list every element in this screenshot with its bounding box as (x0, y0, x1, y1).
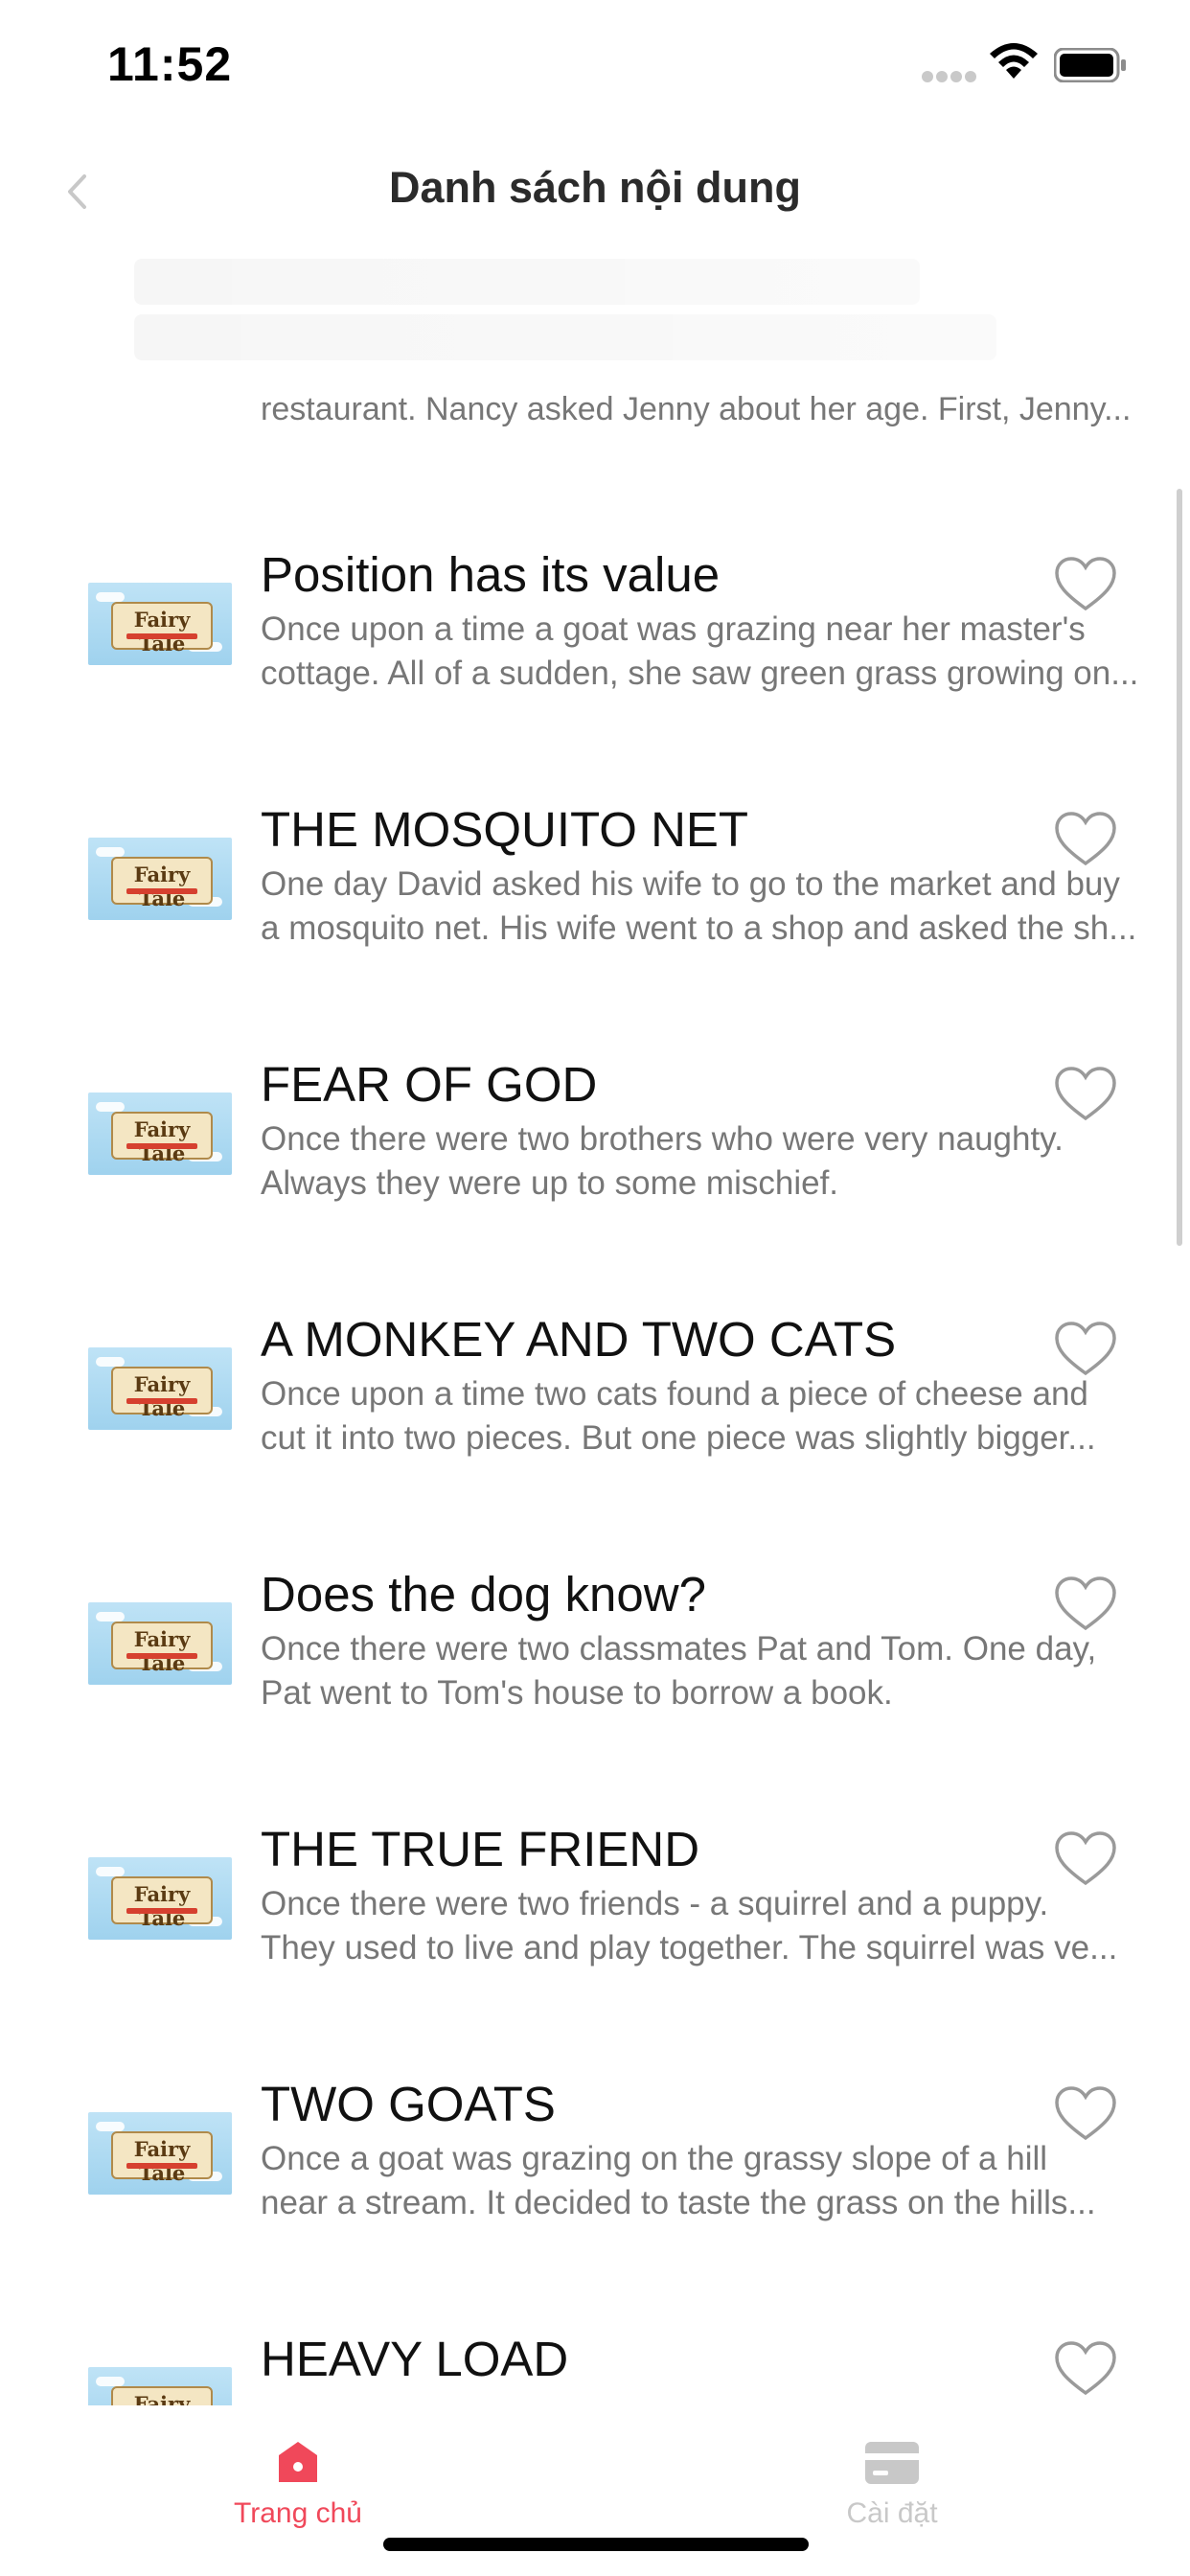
list-item[interactable]: Fairy Tale HEAVY LOAD (0, 2331, 1190, 2405)
thumbnail-text: Fairy Tale (133, 2137, 191, 2185)
story-title: Does the dog know? (261, 1567, 706, 1622)
tab-settings[interactable]: Cài đặt (748, 2434, 1036, 2540)
story-thumbnail: Fairy Tale (88, 1857, 232, 1940)
tab-label: Cài đặt (846, 2497, 938, 2529)
status-time: 11:52 (107, 37, 233, 91)
story-thumbnail: Fairy Tale (88, 2112, 232, 2195)
heart-icon[interactable] (1054, 811, 1117, 868)
story-description-line: Once a goat was grazing on the grassy sl… (261, 2140, 1048, 2177)
story-description: Once there were two brothers who were ve… (261, 1117, 1161, 1206)
story-thumbnail: Fairy Tale (88, 583, 232, 665)
story-thumbnail: Fairy Tale (88, 838, 232, 920)
page-title: Danh sách nội dung (388, 163, 801, 212)
story-description-line: They used to live and play together. The… (261, 1929, 1118, 1966)
cellular-signal-icon (922, 71, 977, 84)
story-title: TWO GOATS (261, 2077, 556, 2131)
tab-home[interactable]: Trang chủ (154, 2434, 442, 2540)
story-description: Once upon a time a goat was grazing near… (261, 608, 1161, 696)
list-item[interactable]: Fairy Tale Does the dog know? Once there… (0, 1566, 1190, 1821)
heart-icon[interactable] (1054, 1321, 1117, 1378)
story-description-line: a mosquito net. His wife went to a shop … (261, 909, 1137, 947)
list-item[interactable]: Fairy Tale Position has its value Once u… (0, 546, 1190, 801)
story-thumbnail: Fairy Tale (88, 1092, 232, 1175)
battery-icon (1054, 48, 1126, 82)
list-item[interactable]: Fairy Tale TWO GOATS Once a goat was gra… (0, 2076, 1190, 2331)
story-description-line: Once there were two classmates Pat and T… (261, 1630, 1097, 1668)
list-item[interactable]: Fairy Tale THE TRUE FRIEND Once there we… (0, 1821, 1190, 2076)
navigation-bar: Danh sách nội dung (0, 134, 1190, 249)
story-list[interactable]: restaurant. Nancy asked Jenny about her … (0, 249, 1190, 2405)
thumbnail-text: Fairy Tale (133, 1627, 191, 1675)
list-item[interactable]: Fairy Tale A MONKEY AND TWO CATS Once up… (0, 1311, 1190, 1566)
partial-story-description: restaurant. Nancy asked Jenny about her … (261, 391, 1132, 427)
story-description-line: Once there were two brothers who were ve… (261, 1120, 1064, 1158)
heart-icon[interactable] (1054, 2085, 1117, 2143)
wifi-icon (990, 43, 1038, 79)
thumbnail-text: Fairy Tale (133, 1117, 191, 1165)
heart-icon[interactable] (1054, 2340, 1117, 2398)
story-thumbnail: Fairy Tale (88, 1347, 232, 1430)
status-bar: 11:52 (0, 0, 1190, 134)
list-item[interactable]: Fairy Tale THE MOSQUITO NET One day Davi… (0, 801, 1190, 1056)
story-title: FEAR OF GOD (261, 1057, 598, 1112)
story-description: Once there were two friends - a squirrel… (261, 1882, 1161, 1970)
heart-icon[interactable] (1054, 1830, 1117, 1888)
story-description-line: cottage. All of a sudden, she saw green … (261, 655, 1139, 692)
heart-icon[interactable] (1054, 1066, 1117, 1123)
card-icon (865, 2442, 919, 2484)
story-description-line: near a stream. It decided to taste the g… (261, 2184, 1096, 2221)
story-description-line: One day David asked his wife to go to th… (261, 865, 1120, 903)
story-description-line: Once upon a time a goat was grazing near… (261, 610, 1086, 648)
story-description-line: Once there were two friends - a squirrel… (261, 1885, 1049, 1922)
story-description: Once upon a time two cats found a piece … (261, 1372, 1161, 1460)
story-title: HEAVY LOAD (261, 2332, 569, 2386)
story-description-line: Pat went to Tom's house to borrow a book… (261, 1674, 893, 1712)
story-title: A MONKEY AND TWO CATS (261, 1312, 897, 1367)
story-description: One day David asked his wife to go to th… (261, 862, 1161, 951)
thumbnail-text: Fairy Tale (133, 608, 191, 656)
story-description: Once a goat was grazing on the grassy sl… (261, 2137, 1161, 2225)
heart-icon[interactable] (1054, 556, 1117, 613)
story-description-line: Once upon a time two cats found a piece … (261, 1375, 1088, 1413)
story-title: Position has its value (261, 547, 721, 602)
thumbnail-text: Fairy Tale (133, 862, 191, 910)
scrollbar[interactable] (1177, 489, 1182, 1246)
story-thumbnail: Fairy Tale (88, 1602, 232, 1685)
thumbnail-text: Fairy Tale (133, 2392, 191, 2405)
list-item[interactable]: Fairy Tale FEAR OF GOD Once there were t… (0, 1056, 1190, 1311)
heart-icon[interactable] (1054, 1576, 1117, 1633)
story-description: Once there were two classmates Pat and T… (261, 1627, 1161, 1715)
home-indicator (383, 2538, 809, 2551)
story-title: THE MOSQUITO NET (261, 802, 749, 857)
story-thumbnail: Fairy Tale (88, 2367, 232, 2405)
tab-label: Trang chủ (234, 2497, 362, 2529)
thumbnail-text: Fairy Tale (133, 1882, 191, 1930)
story-description-line: cut it into two pieces. But one piece wa… (261, 1419, 1096, 1457)
home-icon (279, 2442, 317, 2482)
story-title: THE TRUE FRIEND (261, 1822, 700, 1876)
faded-list-item (134, 249, 1150, 364)
thumbnail-text: Fairy Tale (133, 1372, 191, 1420)
story-description-line: Always they were up to some mischief. (261, 1164, 839, 1202)
